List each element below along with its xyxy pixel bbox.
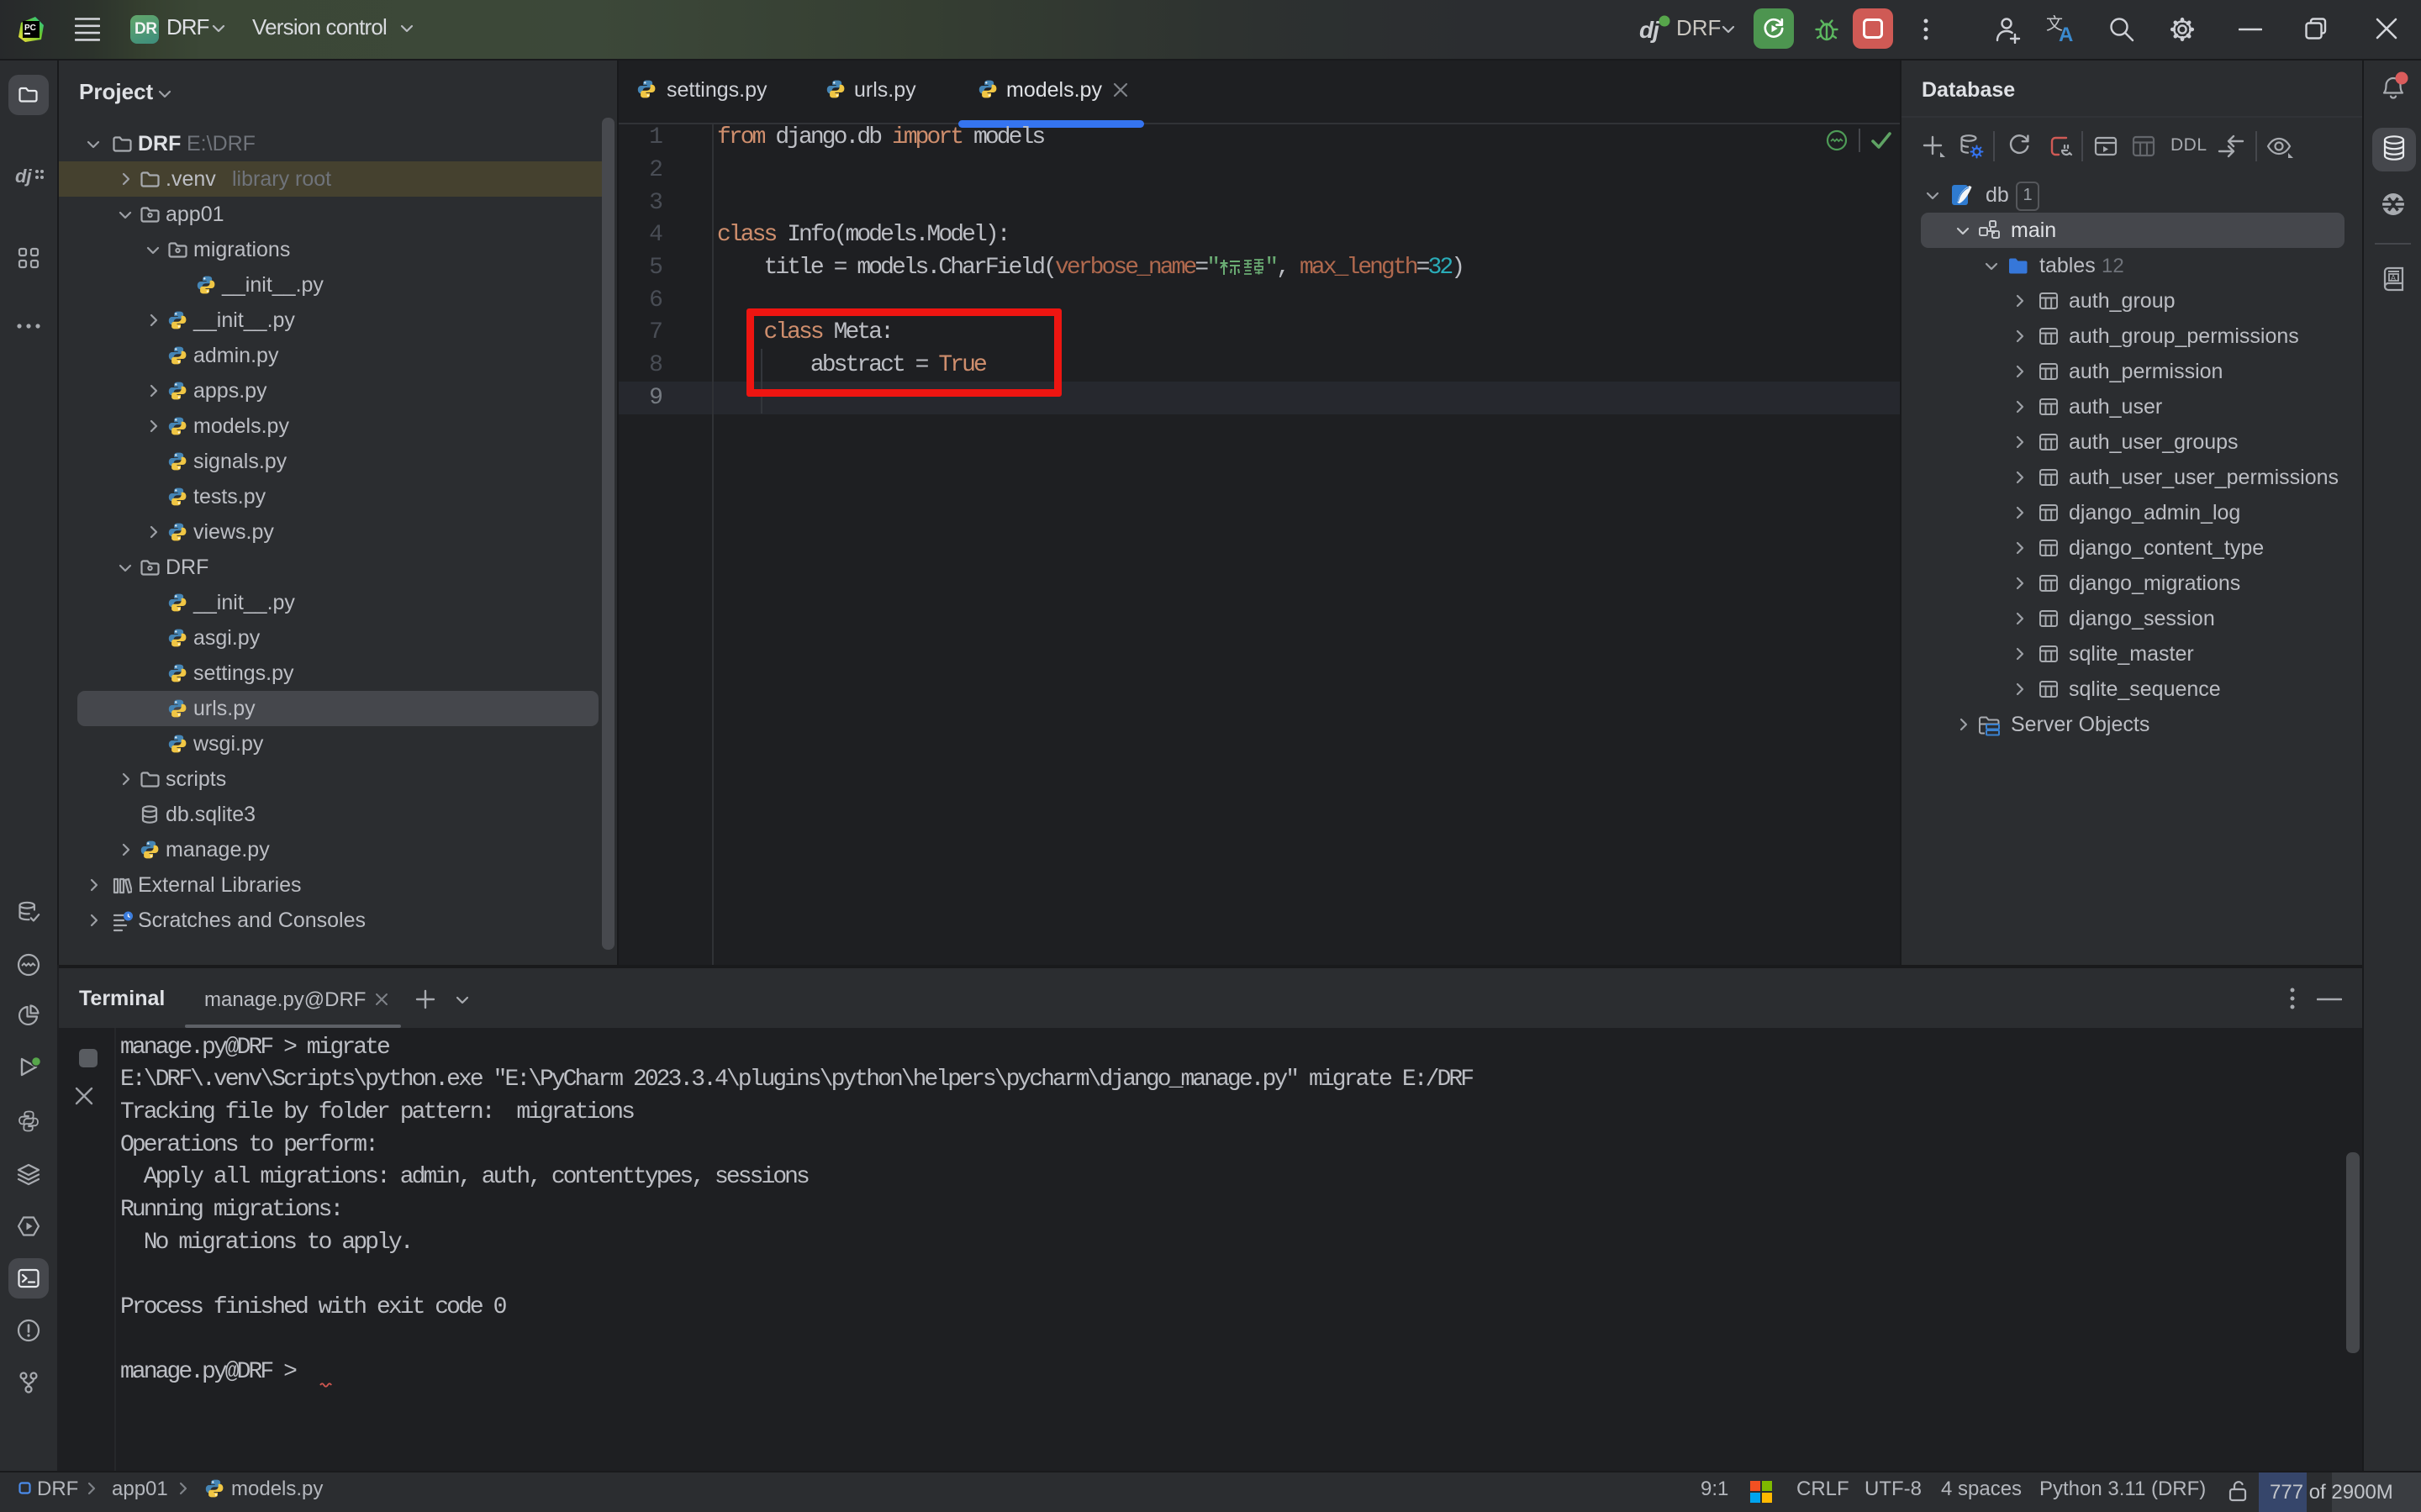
svg-text:A: A <box>2059 24 2073 44</box>
svg-text:A: A <box>2391 274 2396 282</box>
svg-text:PC: PC <box>24 24 36 33</box>
svg-text:dj: dj <box>15 166 32 187</box>
